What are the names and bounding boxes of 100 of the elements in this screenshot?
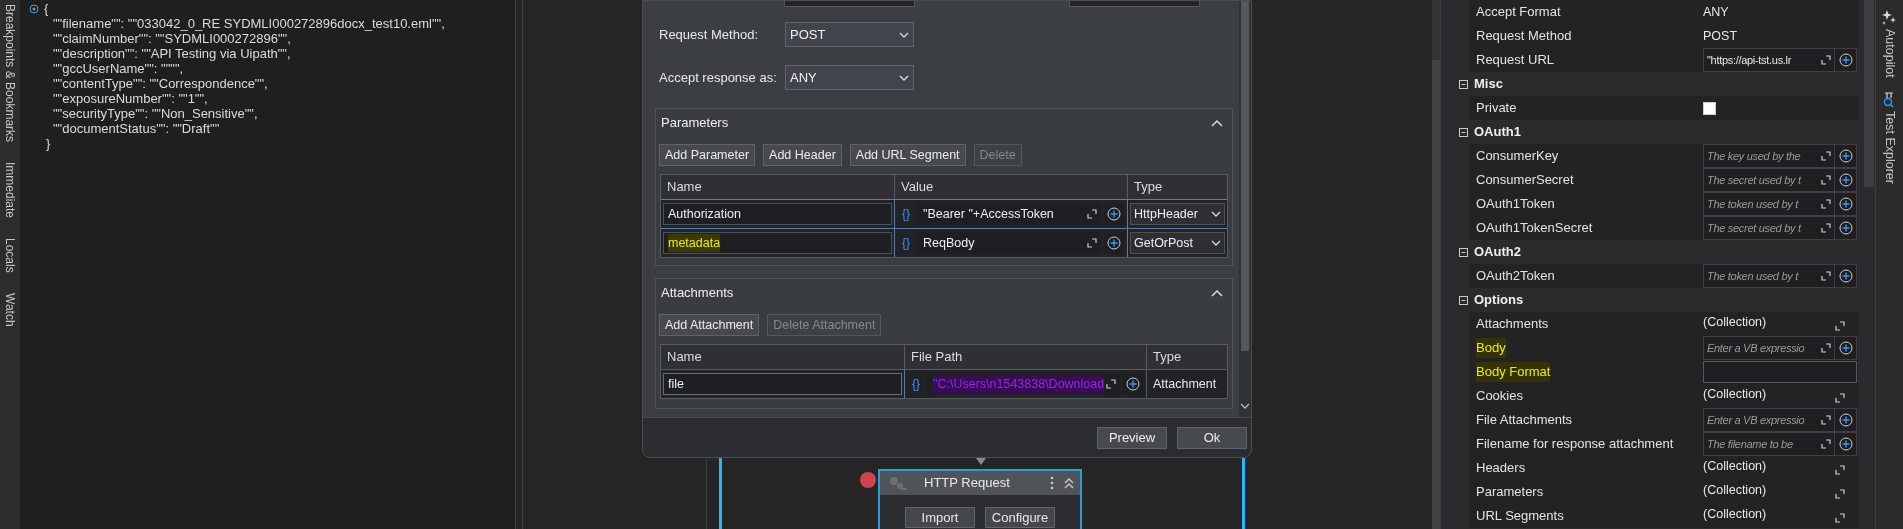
expand-icon[interactable] xyxy=(1821,55,1831,65)
code-line: ""securityType"": ""Non_Sensitive"", xyxy=(52,106,258,121)
property-field[interactable]: The token used by t xyxy=(1703,192,1835,216)
expand-icon[interactable] xyxy=(1087,238,1097,248)
expand-icon[interactable] xyxy=(1821,343,1831,353)
expression-icon: {} xyxy=(898,234,914,252)
expression-field[interactable]: ReqBody xyxy=(917,232,1101,254)
section-title: Parameters xyxy=(661,114,729,133)
type-dropdown[interactable]: GetOrPost xyxy=(1130,232,1225,254)
toolbar-button[interactable]: Add URL Segment xyxy=(849,144,966,166)
column-header: File Path xyxy=(911,348,963,367)
property-field[interactable]: Enter a VB expressio xyxy=(1703,408,1835,432)
side-tab[interactable]: Test Explorer xyxy=(1881,110,1898,184)
plus-icon xyxy=(1838,437,1853,451)
name-field[interactable]: file xyxy=(663,373,902,395)
plus-icon xyxy=(1107,207,1121,221)
plus-icon xyxy=(1838,221,1853,235)
add-button[interactable] xyxy=(1123,373,1143,395)
chevron-down-icon xyxy=(1211,211,1221,217)
side-tab[interactable]: Breakpoints & Bookmarks xyxy=(2,4,18,143)
activity-button[interactable]: Configure xyxy=(985,507,1055,528)
collapse-icon[interactable] xyxy=(1459,79,1468,89)
activity-title: HTTP Request xyxy=(924,474,1011,493)
add-button[interactable] xyxy=(1835,264,1857,288)
field-label: Request Method: xyxy=(659,25,759,44)
expand-icon[interactable] xyxy=(1835,489,1845,499)
add-button[interactable] xyxy=(1835,408,1857,432)
name-field[interactable]: Authorization xyxy=(663,203,892,225)
expand-icon[interactable] xyxy=(1835,321,1845,331)
property-label: Attachments xyxy=(1476,315,1550,334)
name-field[interactable]: metadata xyxy=(663,232,892,254)
plus-icon xyxy=(1838,269,1853,283)
chevron-up-icon[interactable] xyxy=(1211,119,1223,127)
expand-icon[interactable] xyxy=(1106,379,1116,389)
activity-card[interactable]: HTTP Request Import Configure xyxy=(878,469,1082,529)
expand-icon[interactable] xyxy=(1821,175,1831,185)
expression-field[interactable]: "Bearer "+AccessToken xyxy=(917,203,1101,225)
add-button[interactable] xyxy=(1835,144,1857,168)
collapse-icon[interactable] xyxy=(1459,295,1468,305)
checkbox[interactable] xyxy=(1703,101,1716,115)
add-button[interactable] xyxy=(1835,192,1857,216)
expand-icon[interactable] xyxy=(1835,513,1845,523)
more-icon[interactable] xyxy=(1050,476,1054,490)
property-value: (Collection) xyxy=(1703,482,1767,499)
chevron-up-icon[interactable] xyxy=(1211,289,1223,297)
add-button[interactable] xyxy=(1835,336,1857,360)
collapse-icon[interactable] xyxy=(1064,477,1074,489)
scroll-down-icon[interactable] xyxy=(1240,403,1250,409)
activity-button[interactable]: Import xyxy=(905,507,975,528)
dialog-button[interactable]: Ok xyxy=(1177,426,1247,449)
sparkle-icon[interactable] xyxy=(1882,10,1897,26)
code-line: ""filename"": ""033042_0_RE SYDMLI000272896docx_test10.eml"", xyxy=(52,16,445,31)
side-tab[interactable]: Watch xyxy=(2,292,18,327)
add-button[interactable] xyxy=(1835,432,1857,456)
property-field[interactable]: Enter a VB expressio xyxy=(1703,336,1835,360)
expand-icon[interactable] xyxy=(1821,199,1831,209)
expand-icon[interactable] xyxy=(1821,271,1831,281)
plus-icon xyxy=(1838,173,1853,187)
side-tab[interactable]: Locals xyxy=(2,238,18,273)
toolbar-button[interactable]: Add Attachment xyxy=(659,314,760,336)
side-tab[interactable]: Immediate xyxy=(2,162,18,219)
expand-icon[interactable] xyxy=(1821,151,1831,161)
side-tab[interactable]: Autopilot xyxy=(1881,29,1898,78)
property-field[interactable]: The secret used by t xyxy=(1703,168,1835,192)
collapse-icon[interactable] xyxy=(1459,127,1468,137)
expand-icon[interactable] xyxy=(1087,209,1097,219)
add-button[interactable] xyxy=(1104,203,1124,225)
add-button[interactable] xyxy=(1835,216,1857,240)
scrollbar-track[interactable] xyxy=(515,0,523,529)
expand-icon[interactable] xyxy=(1835,393,1845,403)
collapse-icon[interactable] xyxy=(1459,247,1468,257)
chevron-down-icon xyxy=(899,74,909,81)
expand-icon[interactable] xyxy=(1821,223,1831,233)
expand-icon[interactable] xyxy=(1821,439,1831,449)
expand-icon[interactable] xyxy=(1821,415,1831,425)
plus-icon xyxy=(1838,197,1853,211)
scrollbar-thumb[interactable] xyxy=(1241,1,1249,351)
dialog-button[interactable]: Preview xyxy=(1097,426,1167,449)
property-label: Cookies xyxy=(1476,387,1524,406)
add-button[interactable] xyxy=(1104,232,1124,254)
code-line: { xyxy=(44,0,49,18)
plus-icon xyxy=(1838,149,1853,163)
dropdown[interactable]: ANY xyxy=(785,65,914,90)
toolbar-button[interactable]: Add Header xyxy=(763,144,842,166)
collapse-icon[interactable] xyxy=(29,3,39,14)
add-button[interactable] xyxy=(1835,48,1857,72)
type-dropdown[interactable]: HttpHeader xyxy=(1130,203,1225,225)
property-field[interactable]: The key used by the xyxy=(1703,144,1835,168)
property-field[interactable]: The token used by t xyxy=(1703,264,1835,288)
toolbar-button[interactable]: Add Parameter xyxy=(659,144,756,166)
expression-icon: {} xyxy=(898,205,914,223)
chevron-down-icon xyxy=(899,31,909,38)
property-field[interactable]: "https://api-tst.us.lr xyxy=(1703,48,1835,72)
property-field[interactable]: The filename to be xyxy=(1703,432,1835,456)
expand-icon[interactable] xyxy=(1835,465,1845,475)
add-button[interactable] xyxy=(1835,168,1857,192)
property-label: OAuth1TokenSecret xyxy=(1476,219,1594,238)
property-field[interactable]: The secret used by t xyxy=(1703,216,1835,240)
property-field[interactable] xyxy=(1703,361,1857,383)
dropdown[interactable]: POST xyxy=(785,22,914,47)
